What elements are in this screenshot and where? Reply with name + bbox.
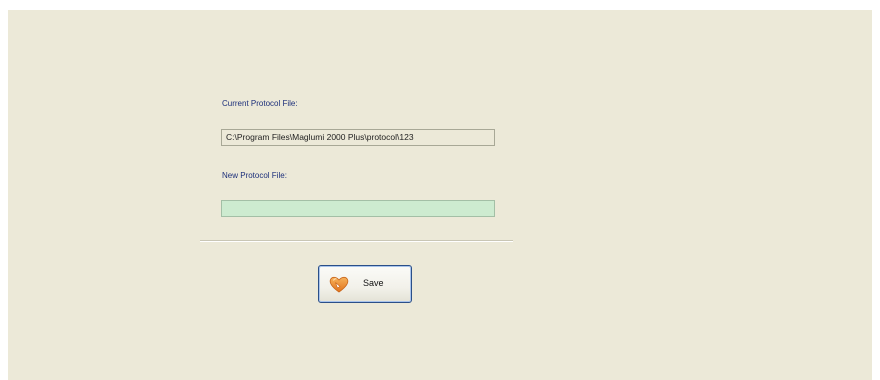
- current-protocol-field: C:\Program Files\Maglumi 2000 Plus\proto…: [221, 129, 495, 146]
- divider: [200, 240, 513, 242]
- save-button[interactable]: Save: [318, 265, 412, 303]
- save-button-label: Save: [363, 278, 384, 288]
- protocol-panel: Current Protocol File: C:\Program Files\…: [8, 10, 872, 380]
- new-protocol-label: New Protocol File:: [222, 171, 287, 180]
- current-protocol-label: Current Protocol File:: [222, 99, 298, 108]
- new-protocol-field[interactable]: [221, 200, 495, 217]
- heart-icon: [328, 273, 350, 295]
